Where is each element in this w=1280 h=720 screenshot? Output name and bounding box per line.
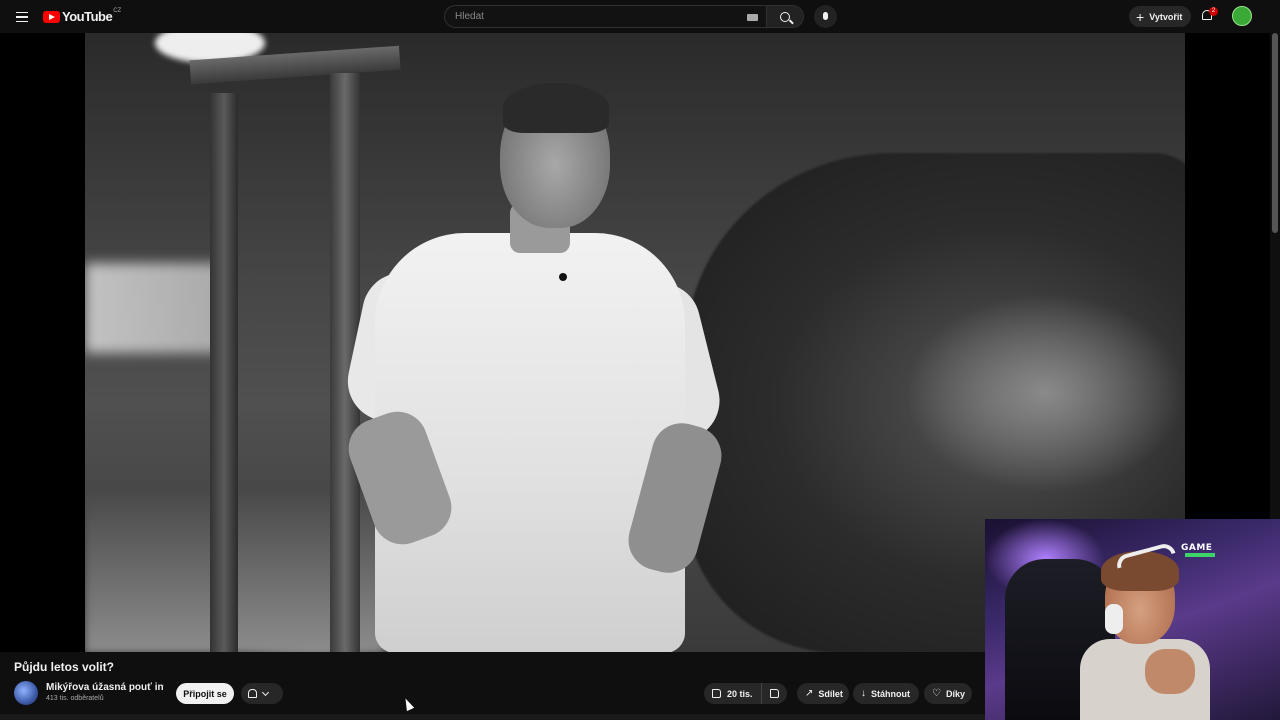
search-button[interactable] <box>767 5 804 28</box>
webcam-overlay: GAME <box>985 519 1280 720</box>
notification-settings-button[interactable] <box>241 683 283 704</box>
plus-icon: + <box>1136 8 1145 25</box>
region-code: CZ <box>113 7 122 14</box>
voice-search-button[interactable] <box>814 5 837 28</box>
search-icon <box>780 11 790 22</box>
chevron-down-icon <box>261 688 270 696</box>
share-icon: ↗ <box>805 687 814 699</box>
page-bottom-strip <box>0 714 985 720</box>
account-avatar[interactable] <box>1232 6 1252 26</box>
youtube-logo[interactable]: YouTube CZ <box>43 7 122 24</box>
menu-icon[interactable] <box>12 7 32 27</box>
search-input[interactable] <box>455 11 735 22</box>
youtube-play-icon <box>43 10 60 23</box>
webcam-brand-bar <box>1185 553 1215 557</box>
channel-name[interactable]: Mikýřova úžasná pouť int... <box>46 682 164 693</box>
share-button[interactable]: ↗ Sdílet <box>797 683 849 704</box>
create-label: Vytvořit <box>1149 11 1183 22</box>
video-wooden-post <box>210 93 238 652</box>
bell-icon <box>248 689 257 698</box>
thanks-icon: ♡ <box>932 687 941 699</box>
search-box <box>444 5 767 28</box>
like-count: 20 tis. <box>727 688 753 699</box>
video-lapel-mic <box>559 273 567 281</box>
dislike-button[interactable] <box>762 689 787 698</box>
channel-avatar[interactable] <box>14 681 38 705</box>
webcam-streamer <box>1065 541 1215 720</box>
thanks-label: Díky <box>945 688 965 699</box>
mouse-cursor <box>401 696 415 712</box>
video-person-hair <box>503 83 609 133</box>
join-button[interactable]: Připojit se <box>176 683 234 704</box>
scrollbar-thumb[interactable] <box>1272 33 1278 233</box>
headset-icon <box>1105 604 1123 634</box>
notifications-button[interactable]: 2 <box>1200 7 1218 24</box>
like-button[interactable]: 20 tis. <box>704 683 762 704</box>
video-background-bright <box>85 263 225 353</box>
thanks-button[interactable]: ♡ Díky <box>924 683 972 704</box>
keyboard-icon[interactable] <box>747 14 758 21</box>
create-button[interactable]: + Vytvořit <box>1129 6 1191 27</box>
notification-badge: 2 <box>1209 7 1218 16</box>
video-title: Půjdu letos volit? <box>14 660 115 674</box>
share-label: Sdílet <box>818 688 843 699</box>
thumbs-down-icon <box>770 689 779 698</box>
webcam-hands <box>1145 649 1195 694</box>
like-dislike-group: 20 tis. <box>704 683 787 704</box>
download-label: Stáhnout <box>871 688 910 699</box>
video-dirt-highlight <box>905 293 1185 493</box>
logo-text: YouTube <box>62 9 113 24</box>
webcam-brand-logo: GAME <box>1181 543 1213 553</box>
microphone-icon <box>823 11 828 20</box>
subscriber-count: 413 tis. odběratelů <box>46 695 104 702</box>
thumbs-up-icon <box>712 689 721 698</box>
top-bar: YouTube CZ + Vytvořit 2 <box>0 0 1280 33</box>
download-button[interactable]: ↓ Stáhnout <box>853 683 919 704</box>
download-icon: ↓ <box>861 687 866 699</box>
